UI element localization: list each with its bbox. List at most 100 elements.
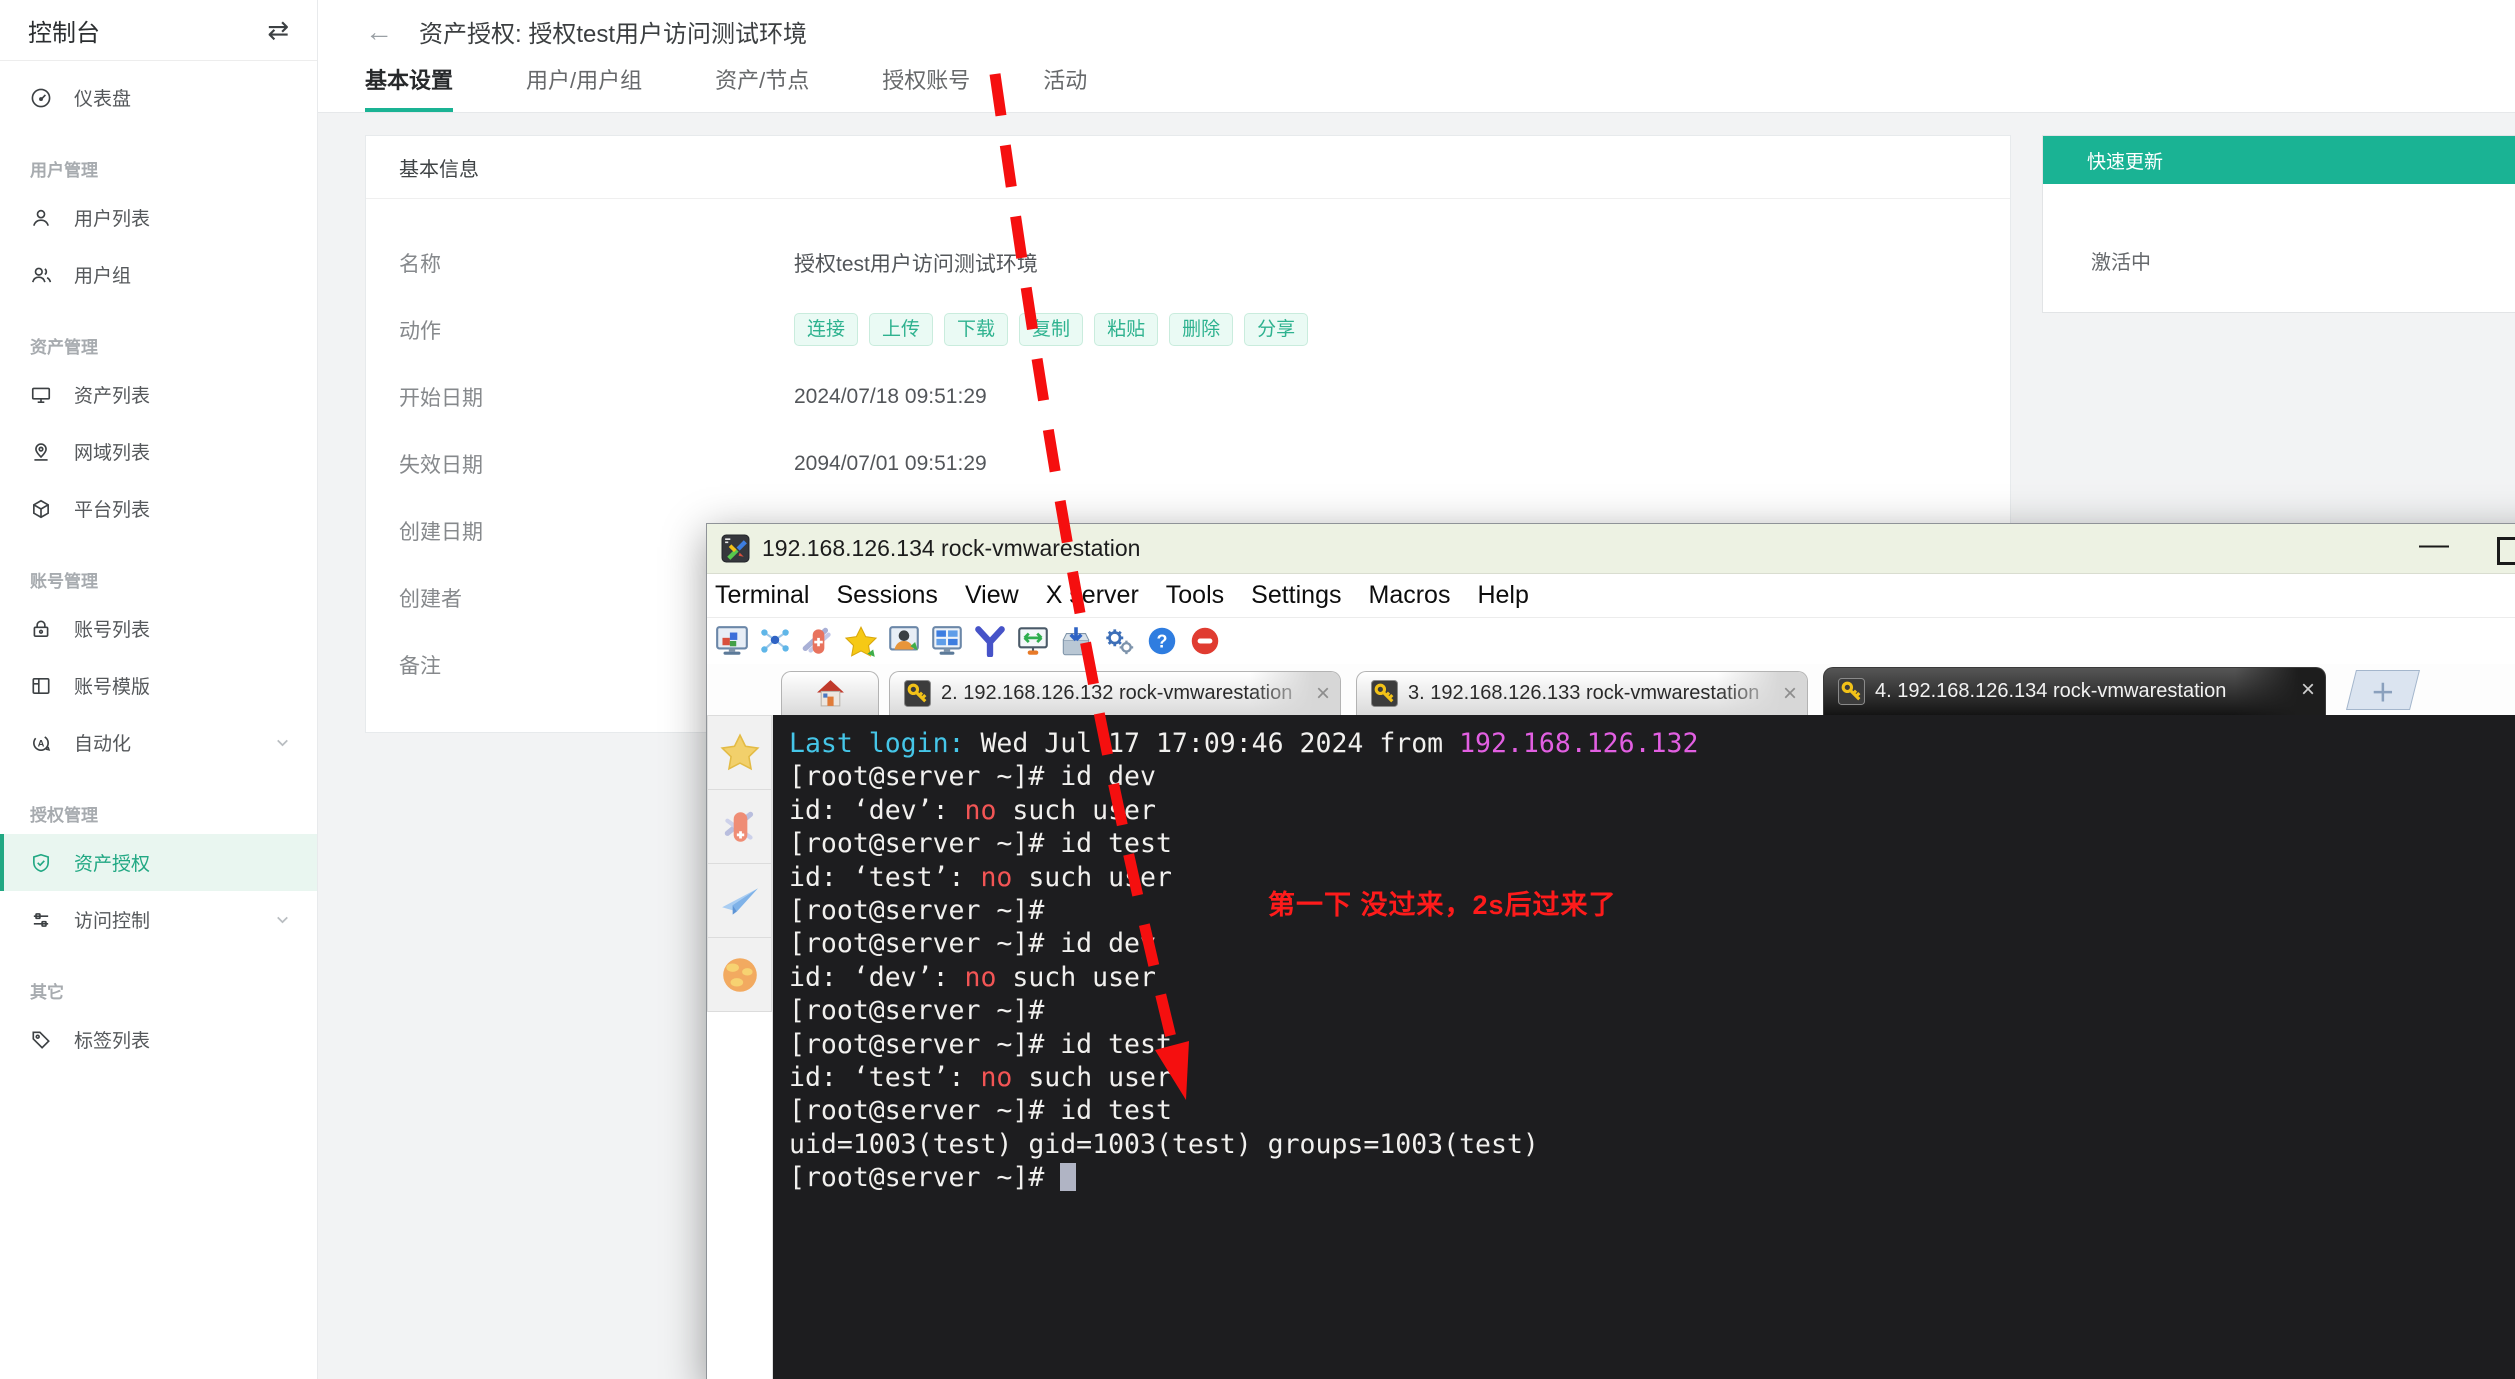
lock-icon	[30, 618, 52, 640]
terminal-tab[interactable]: 2. 192.168.126.132 rock-vmwarestation×	[889, 671, 1341, 715]
terminal-text-white: id: ‘test’:	[789, 862, 980, 893]
sidebar-item-资产列表[interactable]: 资产列表	[0, 366, 317, 423]
terminal-line: id: ‘dev’: no such user	[789, 794, 2515, 827]
terminal-tab[interactable]: 3. 192.168.126.133 rock-vmwarestation ×	[1356, 671, 1808, 715]
sidebar-item-用户列表[interactable]: 用户列表	[0, 189, 317, 246]
menu-sessions[interactable]: Sessions	[836, 581, 937, 610]
strip-swiss-knife-icon[interactable]	[707, 790, 772, 864]
terminal-text-white: id: ‘dev’:	[789, 962, 965, 993]
action-tag: 下载	[944, 313, 1008, 346]
sidebar-section-label: 资产管理	[30, 333, 317, 358]
sidebar-item-label: 用户组	[74, 261, 131, 288]
terminal-line: uid=1003(test) gid=1003(test) groups=100…	[789, 1128, 2515, 1161]
console-title: 控制台	[28, 13, 100, 48]
terminal-text-magenta: 192.168.126.132	[1459, 728, 1698, 759]
menu-help[interactable]: Help	[1477, 581, 1528, 610]
sidebar-item-资产授权[interactable]: 资产授权	[0, 834, 317, 891]
back-arrow-icon[interactable]: ←	[365, 18, 393, 46]
tab-活动[interactable]: 活动	[1043, 63, 1087, 112]
terminal-screen[interactable]: Last login: Wed Jul 17 17:09:46 2024 fro…	[773, 715, 2515, 1379]
tab-基本设置[interactable]: 基本设置	[365, 63, 453, 112]
sidebar-item-label: 仪表盘	[74, 84, 131, 111]
multiexec-icon[interactable]	[972, 625, 1008, 657]
sidebar-item-标签列表[interactable]: 标签列表	[0, 1011, 317, 1068]
page-header: ← 资产授权: 授权test用户访问测试环境 基本设置用户/用户组资产/节点授权…	[317, 0, 2515, 113]
menu-macros[interactable]: Macros	[1369, 581, 1451, 610]
close-tab-icon[interactable]: ×	[1316, 680, 1330, 708]
collapse-sidebar-icon[interactable]: ⇄	[267, 15, 289, 46]
terminal-line: id: ‘test’: no such user	[789, 1061, 2515, 1094]
close-tab-icon[interactable]: ×	[1783, 680, 1797, 708]
sidebar-item-网域列表[interactable]: 网域列表	[0, 423, 317, 480]
field-label: 动作	[399, 315, 794, 345]
maximize-button[interactable]	[2497, 537, 2515, 565]
user-session-icon[interactable]	[886, 625, 922, 657]
session-monitor-icon[interactable]	[714, 625, 750, 657]
sidebar-item-label: 资产授权	[74, 849, 150, 876]
sidebar-item-平台列表[interactable]: 平台列表	[0, 480, 317, 537]
terminal-line: [root@server ~]#	[789, 1161, 2515, 1194]
sidebar-item-访问控制[interactable]: 访问控制	[0, 891, 317, 948]
tab-资产/节点[interactable]: 资产/节点	[715, 63, 809, 112]
sidebar-nav: 仪表盘用户管理用户列表用户组资产管理资产列表网域列表平台列表账号管理账号列表账号…	[0, 61, 317, 1068]
field-label: 开始日期	[399, 382, 794, 412]
terminal-text-white: [root@server ~]#	[789, 1162, 1060, 1193]
terminal-body: Last login: Wed Jul 17 17:09:46 2024 fro…	[707, 715, 2515, 1379]
terminal-text-white: such user	[1012, 1062, 1172, 1093]
menu-tools[interactable]: Tools	[1166, 581, 1224, 610]
basic-info-title: 基本信息	[366, 136, 2010, 199]
terminal-line: id: ‘dev’: no such user	[789, 961, 2515, 994]
cube-icon	[30, 498, 52, 520]
split-view-icon[interactable]	[929, 625, 965, 657]
layout-icon	[30, 675, 52, 697]
terminal-line: id: ‘test’: no such user	[789, 861, 2515, 894]
terminal-tab-label: 3. 192.168.126.133 rock-vmwarestation	[1408, 682, 1759, 705]
field-row: 开始日期2024/07/18 09:51:29	[366, 363, 2010, 430]
field-row: 失效日期2094/07/01 09:51:29	[366, 430, 2010, 497]
menu-view[interactable]: View	[965, 581, 1019, 610]
terminal-text-white: [root@server ~]# id dev	[789, 761, 1156, 792]
servers-icon[interactable]	[757, 625, 793, 657]
star-icon[interactable]	[843, 625, 879, 657]
minimize-button[interactable]: —	[2419, 528, 2449, 562]
sidebar-item-label: 用户列表	[74, 204, 150, 231]
strip-globe-icon[interactable]	[707, 938, 772, 1012]
terminal-titlebar[interactable]: 192.168.126.134 rock-vmwarestation —	[707, 524, 2515, 574]
terminal-text-red: no	[980, 862, 1012, 893]
tab-授权账号[interactable]: 授权账号	[882, 63, 970, 112]
shield-check-icon	[30, 852, 52, 874]
terminal-window: 192.168.126.134 rock-vmwarestation — Ter…	[706, 523, 2515, 1379]
sidebar-header: 控制台 ⇄	[0, 0, 317, 61]
help-icon[interactable]: ?	[1144, 625, 1180, 657]
menu-x-server[interactable]: X server	[1046, 581, 1139, 610]
menu-terminal[interactable]: Terminal	[715, 581, 809, 610]
tunneling-icon[interactable]	[1015, 625, 1051, 657]
close-tab-icon[interactable]: ×	[2301, 676, 2315, 704]
sidebar: 控制台 ⇄ 仪表盘用户管理用户列表用户组资产管理资产列表网域列表平台列表账号管理…	[0, 0, 318, 1379]
sidebar-item-自动化[interactable]: A自动化	[0, 714, 317, 771]
settings-gears-icon[interactable]	[1101, 625, 1137, 657]
sidebar-item-用户组[interactable]: 用户组	[0, 246, 317, 303]
sidebar-item-label: 访问控制	[74, 906, 150, 933]
svg-text:?: ?	[1157, 631, 1168, 651]
sidebar-item-账号列表[interactable]: 账号列表	[0, 600, 317, 657]
tools-knife-icon[interactable]	[800, 625, 836, 657]
user-icon	[30, 207, 52, 229]
sidebar-item-仪表盘[interactable]: 仪表盘	[0, 69, 317, 126]
field-value: 授权test用户访问测试环境	[794, 248, 1038, 278]
terminal-tab[interactable]: 4. 192.168.126.134 rock-vmwarestation ×	[1823, 667, 2326, 715]
new-tab-button[interactable]: ＋	[2346, 670, 2420, 710]
strip-star-icon[interactable]	[707, 715, 772, 790]
strip-paper-plane-icon[interactable]	[707, 864, 772, 938]
packages-icon[interactable]	[1058, 625, 1094, 657]
sidebar-item-账号模版[interactable]: 账号模版	[0, 657, 317, 714]
tab-用户/用户组[interactable]: 用户/用户组	[526, 63, 642, 112]
tab-home[interactable]	[781, 671, 879, 715]
terminal-tab-label: 4. 192.168.126.134 rock-vmwarestation	[1875, 680, 2226, 703]
monitor-icon	[30, 384, 52, 406]
activation-status: 激活中	[2043, 184, 2515, 275]
terminal-line: [root@server ~]#	[789, 994, 2515, 1027]
xserver-stop-icon[interactable]	[1187, 625, 1223, 657]
action-tag: 删除	[1169, 313, 1233, 346]
menu-settings[interactable]: Settings	[1251, 581, 1341, 610]
